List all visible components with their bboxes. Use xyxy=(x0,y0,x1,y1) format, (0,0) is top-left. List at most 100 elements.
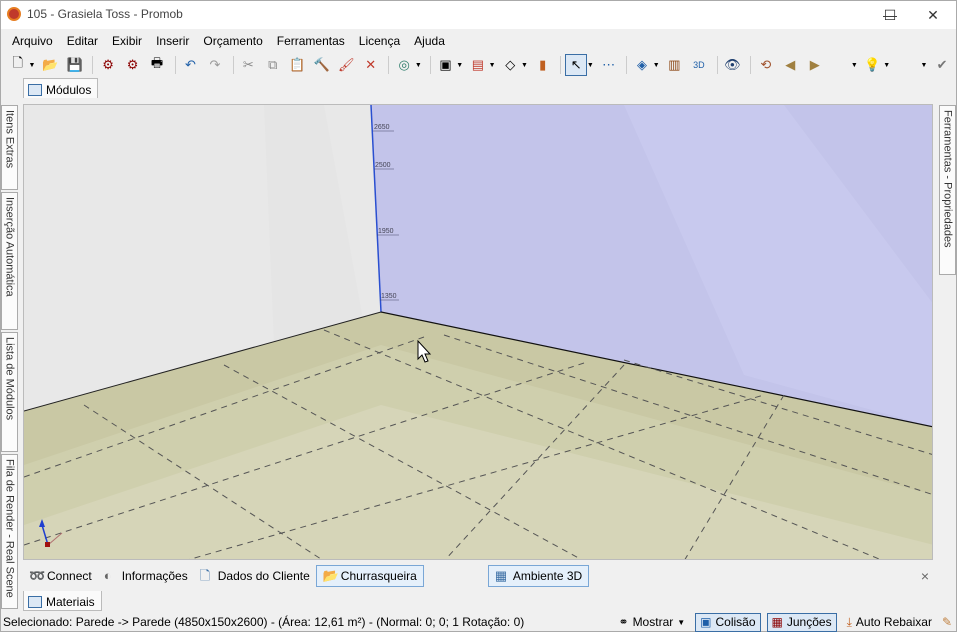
tab-lista-de-modulos[interactable]: Lista de Módulos xyxy=(1,332,18,452)
nav-left-icon[interactable]: ◀ xyxy=(780,54,801,76)
tab-modulos-label: Módulos xyxy=(46,82,92,97)
door-icon[interactable]: ▮ xyxy=(532,54,553,76)
status-selection-text: Selecionado: Parede -> Parede (4850x150x… xyxy=(3,615,525,629)
3d-viewport[interactable]: 2650 2500 1950 1350 xyxy=(23,104,933,560)
tab-fila-de-render-label: Fila de Render - Real Scene xyxy=(3,459,16,598)
tab-itens-extras[interactable]: Itens Extras xyxy=(1,105,18,190)
menu-arquivo[interactable]: Arquivo xyxy=(5,31,60,51)
tab-ambiente-3d-label: Ambiente 3D xyxy=(512,569,583,583)
title-bar: 105 - Grasiela Toss - Promob — ☐ ✕ xyxy=(1,1,956,29)
glasses-icon: ⚭ xyxy=(618,615,629,629)
close-button[interactable]: ✕ xyxy=(910,1,956,29)
rotate-icon[interactable]: ⟲ xyxy=(755,54,776,76)
paint-icon[interactable]: 🖌 xyxy=(335,54,356,76)
undo-icon[interactable]: ↶ xyxy=(180,54,201,76)
tab-dados-do-cliente-label: Dados do Cliente xyxy=(217,569,310,583)
tab-modulos[interactable]: Módulos xyxy=(23,78,99,98)
save-icon[interactable]: 💾 xyxy=(64,54,85,76)
tab-churrasqueira-label: Churrasqueira xyxy=(340,569,417,583)
3d-icon[interactable]: 3D xyxy=(688,54,709,76)
tab-materiais[interactable]: Materiais xyxy=(23,591,102,611)
menu-exibir[interactable]: Exibir xyxy=(105,31,149,51)
layers-icon[interactable]: ◈ xyxy=(631,54,652,76)
tab-connect[interactable]: ➿ Connect xyxy=(23,565,98,587)
folder-icon: 📂 xyxy=(322,568,339,583)
ruler-mark-4: 1350 xyxy=(381,293,397,300)
pencil-icon[interactable]: ✎ xyxy=(942,615,952,629)
check-icon[interactable]: ✔ xyxy=(931,54,952,76)
menu-ferramentas[interactable]: Ferramentas xyxy=(270,31,352,51)
eye-icon[interactable]: 👁 xyxy=(722,54,743,76)
ruler-mark-3: 1950 xyxy=(378,228,394,235)
auto-rebaixar-label: Auto Rebaixar xyxy=(855,615,932,629)
auto-rebaixar-toggle[interactable]: ⤓ Auto Rebaixar xyxy=(843,613,936,632)
measure-icon[interactable]: ⋯ xyxy=(598,54,619,76)
menu-licenca[interactable]: Licença xyxy=(352,31,407,51)
module-icon[interactable]: ▣ xyxy=(435,54,456,76)
tab-insercao-automatica[interactable]: Inserção Automática xyxy=(1,192,18,330)
tab-lista-de-modulos-label: Lista de Módulos xyxy=(3,337,16,421)
paste-icon[interactable]: 📋 xyxy=(287,54,308,76)
menu-ajuda[interactable]: Ajuda xyxy=(407,31,452,51)
book-icon[interactable]: ▥ xyxy=(664,54,685,76)
right-dock: Ferramentas - Propriedades xyxy=(939,105,957,275)
globe-icon[interactable]: ◎ xyxy=(393,54,414,76)
mostrar-dropdown[interactable]: ⚭ Mostrar ▼ xyxy=(615,613,690,632)
render2-icon[interactable]: ⚙ xyxy=(122,54,143,76)
toolbar-overflow-3[interactable]: ▼ xyxy=(920,62,927,69)
new-icon[interactable]: 🗋 xyxy=(7,54,28,76)
window-title: 105 - Grasiela Toss - Promob xyxy=(27,7,183,21)
info-icon: ◐ xyxy=(103,568,112,583)
tab-ferramentas-propriedades[interactable]: Ferramentas - Propriedades xyxy=(939,105,956,275)
delete-icon[interactable]: ✕ xyxy=(360,54,381,76)
light-icon[interactable]: 💡 xyxy=(862,54,883,76)
connect-icon: ➿ xyxy=(29,568,46,583)
redo-icon[interactable]: ↷ xyxy=(204,54,225,76)
status-bar: Selecionado: Parede -> Parede (4850x150x… xyxy=(1,612,956,632)
collision-icon: ▣ xyxy=(700,615,712,629)
juncoes-toggle[interactable]: ▦ Junções xyxy=(766,612,837,632)
tab-dados-do-cliente[interactable]: 🗋 Dados do Cliente xyxy=(194,565,316,587)
open-icon[interactable]: 📂 xyxy=(39,54,60,76)
mostrar-label: Mostrar xyxy=(632,615,674,629)
print-icon[interactable]: 🖶 xyxy=(146,54,167,76)
close-panel-button[interactable]: × xyxy=(921,568,929,584)
select-arrow-icon[interactable]: ↖ xyxy=(565,54,587,76)
hammer-icon[interactable]: 🔨 xyxy=(311,54,332,76)
chevron-down-icon: ▼ xyxy=(677,617,686,627)
menu-bar: Arquivo Editar Exibir Inserir Orçamento … xyxy=(1,31,956,51)
tab-connect-label: Connect xyxy=(47,569,92,583)
colisao-toggle[interactable]: ▣ Colisão xyxy=(695,612,761,632)
tab-informacoes-label: Informações xyxy=(121,569,188,583)
hierarchy-icon[interactable]: ▤ xyxy=(467,54,488,76)
shape-icon[interactable]: ◇ xyxy=(500,54,521,76)
menu-editar[interactable]: Editar xyxy=(60,31,105,51)
tab-ambiente-3d[interactable]: ▦ Ambiente 3D xyxy=(487,565,590,587)
tab-ferramentas-propriedades-label: Ferramentas - Propriedades xyxy=(941,110,954,248)
tab-informacoes[interactable]: ◐ Informações xyxy=(98,565,194,587)
render-icon[interactable]: ⚙ xyxy=(97,54,118,76)
toolbar-overflow-2[interactable]: ▼ xyxy=(883,62,890,69)
app-window: 105 - Grasiela Toss - Promob — ☐ ✕ Arqui… xyxy=(0,0,957,632)
ruler-mark-1: 2650 xyxy=(374,124,390,131)
menu-inserir[interactable]: Inserir xyxy=(149,31,196,51)
bottom-tab-bar: ➿ Connect ◐ Informações 🗋 Dados do Clien… xyxy=(23,564,933,588)
promob-logo-icon xyxy=(7,7,21,21)
tab-fila-de-render[interactable]: Fila de Render - Real Scene xyxy=(1,454,18,609)
tab-itens-extras-label: Itens Extras xyxy=(3,110,16,169)
tab-insercao-automatica-label: Inserção Automática xyxy=(3,197,16,297)
document-icon: 🗋 xyxy=(199,568,211,583)
tab-churrasqueira[interactable]: 📂 Churrasqueira xyxy=(315,565,424,587)
modules-icon xyxy=(28,83,42,96)
lower-icon: ⤓ xyxy=(846,614,852,629)
tab-materiais-label: Materiais xyxy=(46,594,95,609)
maximize-button[interactable]: ☐ xyxy=(867,1,913,29)
juncoes-label: Junções xyxy=(786,615,832,629)
nav-right-icon[interactable]: ▶ xyxy=(804,54,825,76)
junctions-icon: ▦ xyxy=(771,615,783,629)
toolbar-overflow-1[interactable]: ▼ xyxy=(851,62,858,69)
ruler-mark-2: 2500 xyxy=(375,162,391,169)
cut-icon[interactable]: ✂ xyxy=(238,54,259,76)
menu-orcamento[interactable]: Orçamento xyxy=(196,31,269,51)
copy-icon[interactable]: ⧉ xyxy=(262,54,283,76)
